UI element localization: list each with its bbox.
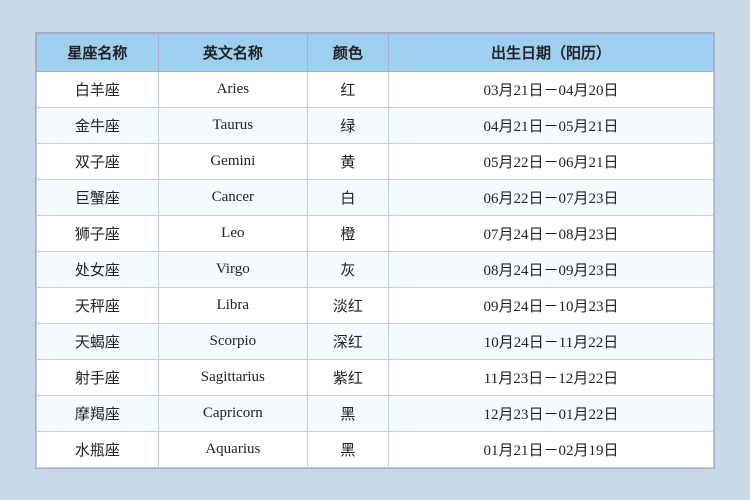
cell-en: Cancer (158, 179, 307, 215)
cell-date: 07月24日－08月23日 (389, 215, 714, 251)
table-row: 天秤座Libra淡红09月24日－10月23日 (37, 287, 714, 323)
cell-en: Gemini (158, 143, 307, 179)
table-row: 摩羯座Capricorn黑12月23日－01月22日 (37, 395, 714, 431)
cell-color: 深红 (307, 323, 388, 359)
cell-date: 06月22日－07月23日 (389, 179, 714, 215)
cell-color: 灰 (307, 251, 388, 287)
table-header-row: 星座名称 英文名称 颜色 出生日期（阳历） (37, 33, 714, 71)
zodiac-table: 星座名称 英文名称 颜色 出生日期（阳历） 白羊座Aries红03月21日－04… (35, 32, 715, 469)
table-row: 射手座Sagittarius紫红11月23日－12月22日 (37, 359, 714, 395)
cell-en: Sagittarius (158, 359, 307, 395)
cell-date: 11月23日－12月22日 (389, 359, 714, 395)
cell-zh: 射手座 (37, 359, 159, 395)
cell-en: Aquarius (158, 431, 307, 467)
cell-en: Capricorn (158, 395, 307, 431)
header-color: 颜色 (307, 33, 388, 71)
cell-zh: 天蝎座 (37, 323, 159, 359)
cell-date: 04月21日－05月21日 (389, 107, 714, 143)
cell-date: 10月24日－11月22日 (389, 323, 714, 359)
cell-zh: 巨蟹座 (37, 179, 159, 215)
cell-date: 08月24日－09月23日 (389, 251, 714, 287)
table-row: 处女座Virgo灰08月24日－09月23日 (37, 251, 714, 287)
cell-color: 淡红 (307, 287, 388, 323)
cell-date: 03月21日－04月20日 (389, 71, 714, 107)
cell-color: 绿 (307, 107, 388, 143)
cell-date: 01月21日－02月19日 (389, 431, 714, 467)
cell-en: Leo (158, 215, 307, 251)
cell-zh: 白羊座 (37, 71, 159, 107)
cell-en: Taurus (158, 107, 307, 143)
cell-color: 白 (307, 179, 388, 215)
cell-en: Aries (158, 71, 307, 107)
cell-color: 黄 (307, 143, 388, 179)
cell-zh: 金牛座 (37, 107, 159, 143)
table-row: 双子座Gemini黄05月22日－06月21日 (37, 143, 714, 179)
table-row: 白羊座Aries红03月21日－04月20日 (37, 71, 714, 107)
header-birthdate: 出生日期（阳历） (389, 33, 714, 71)
table-row: 水瓶座Aquarius黑01月21日－02月19日 (37, 431, 714, 467)
cell-zh: 狮子座 (37, 215, 159, 251)
cell-color: 黑 (307, 431, 388, 467)
cell-zh: 处女座 (37, 251, 159, 287)
cell-en: Libra (158, 287, 307, 323)
cell-en: Scorpio (158, 323, 307, 359)
table-row: 巨蟹座Cancer白06月22日－07月23日 (37, 179, 714, 215)
cell-color: 黑 (307, 395, 388, 431)
header-en-name: 英文名称 (158, 33, 307, 71)
table-row: 金牛座Taurus绿04月21日－05月21日 (37, 107, 714, 143)
header-zh-name: 星座名称 (37, 33, 159, 71)
cell-en: Virgo (158, 251, 307, 287)
cell-color: 红 (307, 71, 388, 107)
cell-zh: 水瓶座 (37, 431, 159, 467)
cell-zh: 天秤座 (37, 287, 159, 323)
cell-date: 09月24日－10月23日 (389, 287, 714, 323)
cell-date: 12月23日－01月22日 (389, 395, 714, 431)
table-row: 天蝎座Scorpio深红10月24日－11月22日 (37, 323, 714, 359)
cell-date: 05月22日－06月21日 (389, 143, 714, 179)
cell-zh: 摩羯座 (37, 395, 159, 431)
cell-color: 紫红 (307, 359, 388, 395)
cell-zh: 双子座 (37, 143, 159, 179)
table-row: 狮子座Leo橙07月24日－08月23日 (37, 215, 714, 251)
cell-color: 橙 (307, 215, 388, 251)
